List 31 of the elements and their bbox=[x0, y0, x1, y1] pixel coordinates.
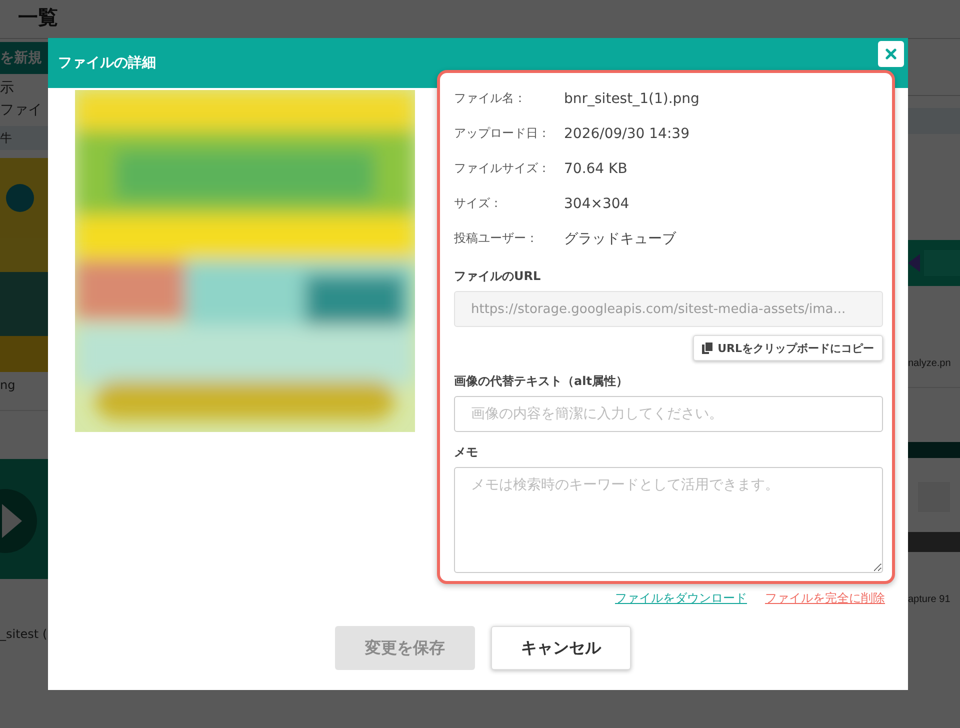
copy-url-button[interactable]: URLをクリップボードにコピー bbox=[692, 335, 883, 361]
field-label: メモ bbox=[454, 444, 479, 461]
file-caption: apture 91 bbox=[908, 594, 952, 605]
new-button[interactable]: を新規 bbox=[0, 42, 48, 74]
delete-link[interactable]: ファイルを完全に削除 bbox=[765, 590, 885, 607]
detail-label: 投稿ユーザー： bbox=[454, 230, 539, 247]
modal-title: ファイルの詳細 bbox=[58, 54, 156, 72]
detail-value: 304×304 bbox=[564, 196, 630, 212]
alt-text-field[interactable]: 画像の内容を簡潔に入力してください。 bbox=[454, 396, 883, 432]
detail-label: ファイル名： bbox=[454, 90, 527, 107]
detail-value: 2026/09/30 14:39 bbox=[564, 126, 690, 142]
detail-label: サイズ： bbox=[454, 195, 503, 212]
close-button[interactable] bbox=[878, 41, 904, 67]
detail-value: bnr_sitest_1(1).png bbox=[564, 90, 700, 106]
list-text: 示 bbox=[0, 80, 15, 96]
detail-value: 70.64 KB bbox=[564, 160, 628, 176]
field-label: 画像の代替テキスト（alt属性） bbox=[454, 373, 629, 390]
page-heading: 一覧 bbox=[17, 4, 59, 31]
detail-label: アップロード日： bbox=[454, 125, 551, 142]
copy-icon bbox=[702, 342, 713, 354]
download-link[interactable]: ファイルをダウンロード bbox=[615, 590, 747, 607]
table-header: 牛 bbox=[0, 126, 48, 150]
file-caption: _sitest ( bbox=[0, 627, 48, 641]
detail-label: ファイルサイズ： bbox=[454, 160, 551, 177]
close-icon bbox=[885, 48, 897, 60]
cancel-button[interactable]: キャンセル bbox=[491, 626, 631, 670]
memo-field[interactable]: メモは検索時のキーワードとして活用できます。 bbox=[454, 467, 883, 573]
field-label: ファイルのURL bbox=[454, 268, 542, 285]
list-text: ファイ bbox=[0, 102, 43, 118]
detail-value: グラッドキューブ bbox=[564, 230, 676, 248]
table-header bbox=[908, 108, 960, 134]
